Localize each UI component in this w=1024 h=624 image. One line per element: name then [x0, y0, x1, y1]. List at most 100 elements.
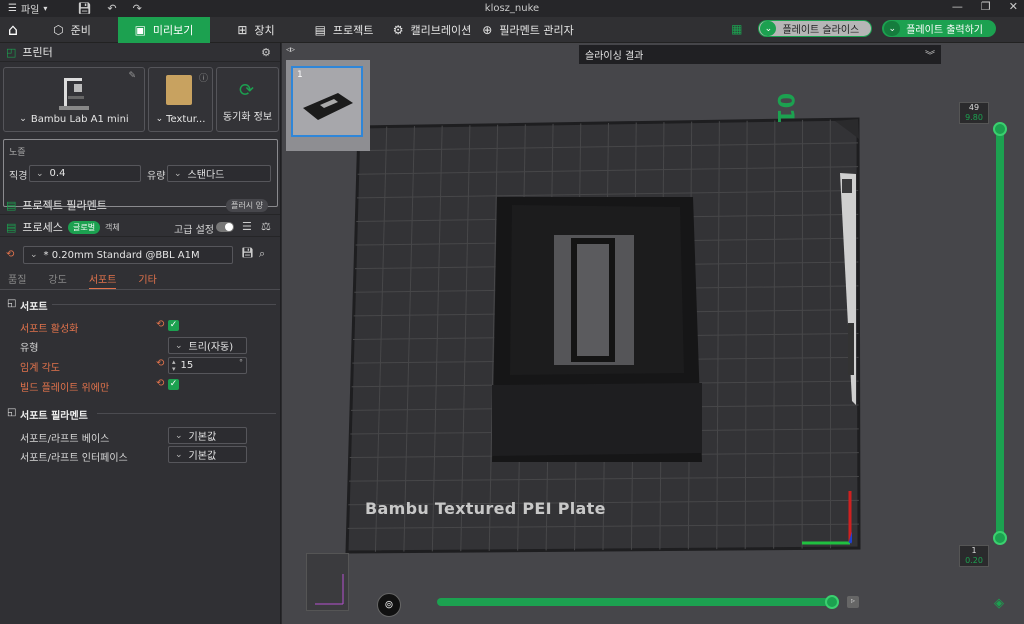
- gcode-slider-track[interactable]: [437, 595, 839, 609]
- home-icon[interactable]: ⌂: [0, 20, 26, 39]
- axis-gizmo: [802, 491, 852, 545]
- spinner-arrows-icon[interactable]: ▴ ▾: [172, 358, 176, 373]
- enable-support-label: 서포트 활성화: [20, 324, 79, 335]
- slice-plate-label: 플레이트 슬라이스: [782, 25, 860, 36]
- print-plate-button[interactable]: ⌄ 플레이트 출력하기: [882, 20, 996, 37]
- layer-top-height: 9.80: [965, 113, 983, 122]
- title-bar: ☰ 파일 ▾ 💾︎ ↶ ↷ klosz_nuke — ❐ ✕: [0, 0, 1024, 17]
- advanced-settings-toggle[interactable]: [216, 222, 234, 232]
- nozzle-section-label: 노즐: [9, 148, 26, 158]
- tab-others[interactable]: 기타: [138, 271, 156, 290]
- menu-icon: ☰: [8, 3, 17, 14]
- file-menu[interactable]: ☰ 파일 ▾: [8, 1, 47, 16]
- raft-interface-select[interactable]: ⌄ 기본값: [168, 446, 247, 463]
- slice-plate-button[interactable]: ⌄ 플레이트 슬라이스: [758, 20, 873, 37]
- list-icon[interactable]: ☰: [242, 220, 252, 233]
- process-preset-select[interactable]: ⌄ * 0.20mm Standard @BBL A1M: [23, 246, 233, 264]
- flow-select[interactable]: ⌄ 스탠다드: [167, 165, 271, 182]
- slicing-result-bar[interactable]: 슬라이싱 결과 ︾: [579, 45, 941, 64]
- printer-icon: [59, 78, 89, 110]
- process-header: ▤ 프로세스: [0, 218, 280, 237]
- plate-type-card[interactable]: ⓘ ⌄ Textur...: [148, 67, 213, 132]
- divider: [52, 304, 276, 305]
- diameter-select[interactable]: ⌄ 0.4: [29, 165, 141, 182]
- chevron-down-icon[interactable]: ⌄: [760, 21, 777, 36]
- on-build-plate-only-checkbox[interactable]: ✓: [168, 379, 179, 390]
- support-filament-icon: ◱: [7, 407, 17, 418]
- gcode-slider-handle[interactable]: [825, 595, 839, 609]
- tab-strength[interactable]: 강도: [48, 271, 66, 290]
- threshold-angle-spinner[interactable]: ▴ ▾ 15 °: [168, 357, 247, 374]
- expand-icon[interactable]: ︾: [925, 47, 935, 62]
- chevron-down-icon[interactable]: ⌄: [884, 21, 901, 36]
- collapse-panel-icon[interactable]: ◃▹: [286, 45, 295, 55]
- chevron-down-icon: ⌄: [30, 250, 38, 260]
- camera-view-icon: ⊚: [384, 598, 394, 611]
- layer-slider-track[interactable]: [993, 122, 1007, 545]
- chevron-down-icon: ⌄: [19, 114, 27, 124]
- preview-icon: ▣: [134, 22, 146, 37]
- info-icon[interactable]: ⓘ: [199, 71, 208, 84]
- preview-viewport[interactable]: Bambu Textured PEI Plate 01 1 ◃▹ 슬라이싱 결과…: [282, 43, 1024, 624]
- object-toggle[interactable]: 객체: [105, 222, 120, 233]
- printer-icon: ◰: [6, 45, 17, 59]
- gcode-step-icon[interactable]: ▹: [847, 596, 859, 608]
- tab-project[interactable]: ▤ 프로젝트: [302, 17, 386, 43]
- enable-support-checkbox[interactable]: ✓: [168, 320, 179, 331]
- print-plate-label: 플레이트 출력하기: [906, 25, 983, 36]
- settings-gear-icon[interactable]: ⚙: [261, 46, 271, 59]
- maximize-icon[interactable]: ❐: [981, 0, 991, 13]
- plate-name: Textur...: [166, 114, 206, 125]
- close-icon[interactable]: ✕: [1009, 0, 1018, 13]
- tab-quality[interactable]: 품질: [8, 271, 26, 290]
- global-toggle[interactable]: 글로벌: [68, 221, 101, 234]
- project-filament-title: 프로젝트 필라멘트: [22, 199, 107, 212]
- chevron-down-icon: ⌄: [155, 114, 164, 124]
- filament-icon: ▤: [6, 198, 17, 212]
- camera-reset-button[interactable]: ⊚: [377, 593, 401, 617]
- tab-preview[interactable]: ▣ 미리보기: [118, 16, 210, 43]
- raft-base-select[interactable]: ⌄ 기본값: [168, 427, 247, 444]
- edit-icon[interactable]: ✎: [128, 71, 136, 81]
- tab-preview-label: 미리보기: [152, 23, 194, 37]
- layers-icon[interactable]: ◈: [994, 596, 1004, 611]
- sync-info-button[interactable]: ⟳ 동기화 정보: [216, 67, 279, 132]
- save-icon[interactable]: 💾︎: [77, 2, 91, 15]
- layer-bottom-height: 0.20: [965, 556, 983, 565]
- layer-slider-bottom-handle[interactable]: [993, 531, 1007, 545]
- split-view-icon[interactable]: ▦: [731, 22, 742, 36]
- on-build-plate-only-label: 빌드 플레이트 위에만: [20, 383, 110, 394]
- divider: [0, 289, 280, 290]
- tab-prepare[interactable]: ⬡ 준비: [26, 17, 118, 43]
- tab-device-label: 장치: [254, 23, 275, 37]
- tab-calibration[interactable]: ⚙ 캘리브레이션: [386, 17, 478, 43]
- raft-base-label: 서포트/라프트 베이스: [20, 434, 110, 445]
- reset-icon[interactable]: ⟲: [156, 319, 164, 330]
- sync-label: 동기화 정보: [222, 112, 273, 123]
- save-preset-icon[interactable]: 💾︎: [241, 248, 254, 259]
- diameter-value: 0.4: [49, 168, 66, 179]
- file-menu-label: 파일: [20, 5, 40, 16]
- reset-icon[interactable]: ⟲: [6, 249, 14, 260]
- reset-icon[interactable]: ⟲: [156, 358, 164, 369]
- minimize-icon[interactable]: —: [952, 0, 963, 13]
- reset-icon[interactable]: ⟲: [156, 378, 164, 389]
- tab-filament-manager[interactable]: ⊕ 필라멘트 관리자: [478, 17, 578, 43]
- plate-thumbnail[interactable]: 1: [291, 66, 363, 137]
- process-preset-value: * 0.20mm Standard @BBL A1M: [43, 249, 200, 261]
- support-filament-title: 서포트 필라멘트: [20, 411, 88, 422]
- process-icon: ▤: [6, 220, 17, 234]
- search-icon[interactable]: ⌕: [259, 247, 265, 261]
- tab-support[interactable]: 서포트: [88, 271, 117, 290]
- tab-device[interactable]: ⊞ 장치: [210, 17, 302, 43]
- view-cube-axes-icon: [315, 574, 344, 605]
- navigation-cube[interactable]: [306, 553, 349, 611]
- support-type-select[interactable]: ⌄ 트리(자동): [168, 337, 247, 354]
- printer-card[interactable]: ✎ ⌄ Bambu Lab A1 mini: [3, 67, 145, 132]
- redo-icon[interactable]: ↷: [133, 2, 142, 15]
- flush-volume-button[interactable]: 플러시 양: [226, 199, 268, 212]
- compare-icon[interactable]: ⚖: [261, 220, 271, 233]
- undo-icon[interactable]: ↶: [107, 2, 116, 15]
- raft-interface-label: 서포트/라프트 인터페이스: [20, 453, 128, 464]
- layer-slider-top-handle[interactable]: [993, 122, 1007, 136]
